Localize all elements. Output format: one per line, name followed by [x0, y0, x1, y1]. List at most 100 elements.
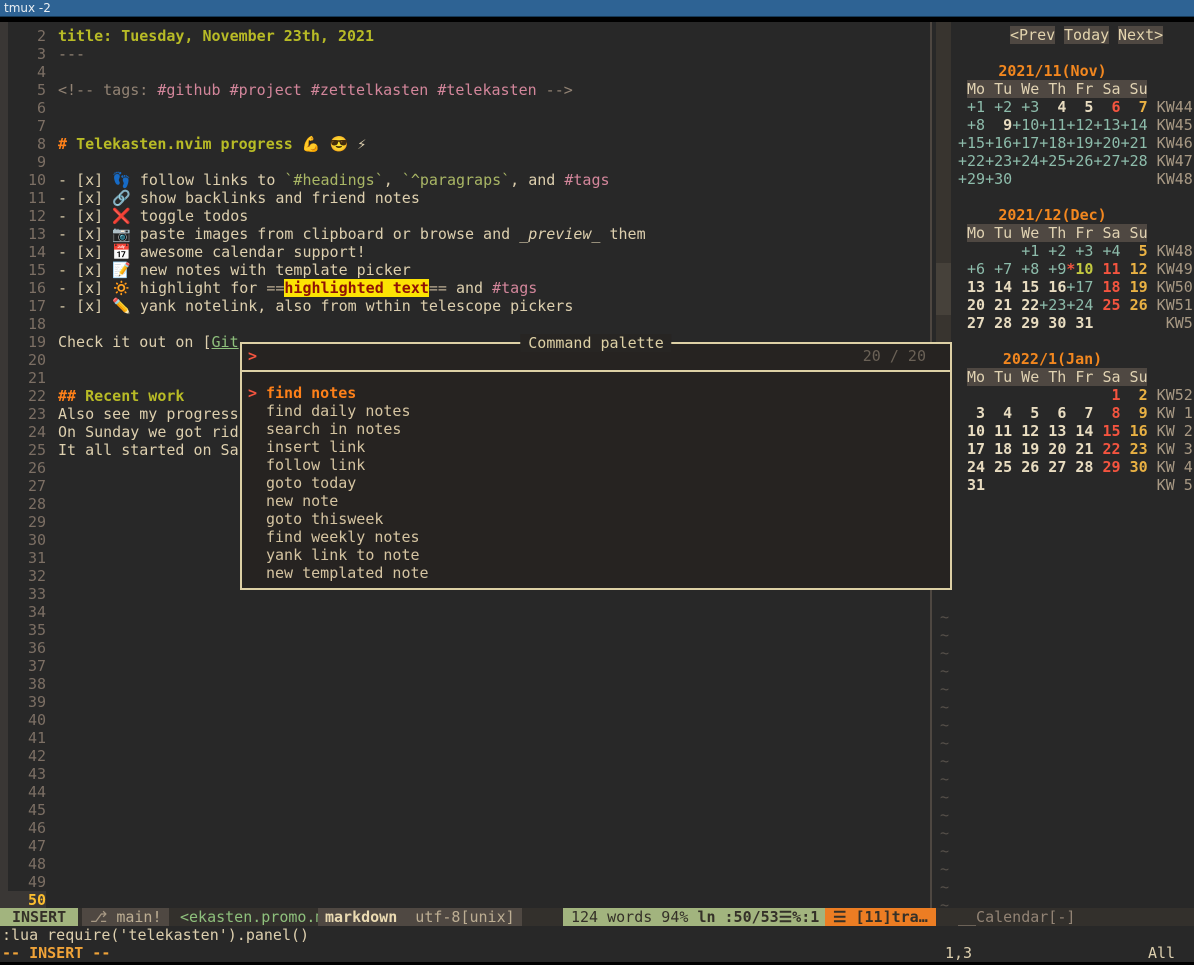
calendar-day[interactable]: +29 — [958, 170, 985, 188]
editor-line[interactable]: 40 — [8, 711, 58, 729]
editor-line[interactable]: 25It all started on Sa — [8, 441, 239, 459]
calendar-day[interactable]: 23 — [1121, 440, 1148, 458]
editor-line[interactable]: 5<!-- tags: #github #project #zettelkast… — [8, 81, 573, 99]
calendar-day[interactable]: 25 — [1093, 296, 1120, 314]
calendar-day[interactable]: +9 — [1039, 260, 1066, 278]
editor-line[interactable]: 45 — [8, 801, 58, 819]
editor-line[interactable]: 32 — [8, 567, 58, 585]
calendar-day[interactable]: +30 — [985, 170, 1012, 188]
editor-line[interactable]: 33 — [8, 585, 58, 603]
calendar-today-button[interactable]: Today — [1064, 26, 1109, 44]
calendar-day[interactable]: 26 — [1012, 458, 1039, 476]
calendar-day[interactable]: 5 — [1066, 98, 1093, 116]
calendar-day[interactable]: 30 — [1121, 458, 1148, 476]
editor-line[interactable]: 18 — [8, 315, 58, 333]
calendar-day[interactable]: 21 — [985, 296, 1012, 314]
calendar-day[interactable]: 15 — [1093, 422, 1120, 440]
calendar-day[interactable]: 4 — [1039, 98, 1066, 116]
command-line[interactable]: :lua require('telekasten').panel() — [2, 926, 309, 944]
calendar-day[interactable]: 16 — [1121, 422, 1148, 440]
palette-item[interactable]: new templated note — [242, 564, 950, 582]
calendar-day[interactable]: +2 — [1039, 242, 1066, 260]
calendar-day[interactable]: 14 — [1066, 422, 1093, 440]
calendar-prev-button[interactable]: <Prev — [1010, 26, 1055, 44]
editor-line[interactable]: 9 — [8, 153, 58, 171]
editor-line[interactable]: 13- [x] 📷 paste images from clipboard or… — [8, 225, 646, 243]
editor-line[interactable]: 35 — [8, 621, 58, 639]
calendar-day[interactable]: +11 — [1039, 116, 1066, 134]
calendar-day[interactable]: 9 — [1121, 404, 1148, 422]
calendar-day[interactable]: +24 — [1066, 296, 1093, 314]
editor-line[interactable]: 26 — [8, 459, 58, 477]
calendar-day[interactable]: +3 — [1066, 242, 1093, 260]
calendar-day[interactable]: 10 — [958, 422, 985, 440]
editor-line[interactable]: 16- [x] 🔅 highlight for ==highlighted te… — [8, 279, 537, 297]
editor-line[interactable]: 4 — [8, 63, 58, 81]
calendar-day[interactable]: 22 — [1093, 440, 1120, 458]
calendar-day[interactable]: 16 — [1039, 278, 1066, 296]
editor-line[interactable]: 44 — [8, 783, 58, 801]
calendar-day[interactable]: 8 — [1093, 404, 1120, 422]
editor-line[interactable]: 46 — [8, 819, 58, 837]
calendar-day[interactable]: +10 — [1012, 116, 1039, 134]
palette-item[interactable]: follow link — [242, 456, 950, 474]
calendar-day[interactable]: 14 — [985, 278, 1012, 296]
calendar-day[interactable]: 21 — [1066, 440, 1093, 458]
palette-item[interactable]: goto thisweek — [242, 510, 950, 528]
editor-line[interactable]: 7 — [8, 117, 58, 135]
calendar-day[interactable]: +4 — [1093, 242, 1120, 260]
calendar-day[interactable]: 2 — [1121, 386, 1148, 404]
calendar-day[interactable]: 18 — [985, 440, 1012, 458]
editor-line[interactable]: 23Also see my progress — [8, 405, 239, 423]
editor-line[interactable]: 20 — [8, 351, 58, 369]
calendar-day[interactable]: +26 — [1066, 152, 1093, 170]
palette-item[interactable]: >find notes — [242, 384, 950, 402]
editor-line[interactable]: 10- [x] 👣 follow links to `#headings`, `… — [8, 171, 610, 189]
calendar-day[interactable]: +13 — [1093, 116, 1120, 134]
editor-line[interactable]: 15- [x] 📝 new notes with template picker — [8, 261, 411, 279]
editor-line[interactable]: 41 — [8, 729, 58, 747]
palette-item[interactable]: new note — [242, 492, 950, 510]
calendar-day[interactable]: 20 — [958, 296, 985, 314]
calendar-day[interactable]: +7 — [985, 260, 1012, 278]
calendar-day[interactable]: +27 — [1093, 152, 1120, 170]
calendar-day[interactable]: +28 — [1121, 152, 1148, 170]
calendar-day[interactable]: 6 — [1093, 98, 1120, 116]
calendar-day[interactable]: 7 — [1066, 404, 1093, 422]
editor-line[interactable]: 29 — [8, 513, 58, 531]
palette-item[interactable]: find weekly notes — [242, 528, 950, 546]
editor-line[interactable]: 11- [x] 🔗 show backlinks and friend note… — [8, 189, 420, 207]
editor-line[interactable]: 8# Telekasten.nvim progress 💪 😎 ⚡ — [8, 135, 366, 153]
calendar-day[interactable]: 4 — [985, 404, 1012, 422]
editor-line[interactable]: 19Check it out on [Git — [8, 333, 239, 351]
editor-line[interactable]: 22## Recent work — [8, 387, 184, 405]
calendar-day[interactable]: 10 — [1075, 260, 1093, 278]
calendar-next-button[interactable]: Next> — [1118, 26, 1163, 44]
editor-line[interactable]: 14- [x] 📅 awesome calendar support! — [8, 243, 366, 261]
calendar-day[interactable]: 31 — [958, 476, 985, 494]
calendar-day[interactable]: +15 — [958, 134, 985, 152]
editor-line[interactable]: 6 — [8, 99, 58, 117]
calendar-day[interactable]: 19 — [1012, 440, 1039, 458]
calendar-day[interactable]: 27 — [958, 314, 985, 332]
editor-line[interactable]: 24On Sunday we got rid — [8, 423, 239, 441]
palette-prompt[interactable]: > 20 / 20 — [242, 344, 950, 372]
editor-line[interactable]: 38 — [8, 675, 58, 693]
editor-line[interactable]: 49 — [8, 873, 58, 891]
calendar-day[interactable]: 20 — [1039, 440, 1066, 458]
calendar-day[interactable]: 31 — [1066, 314, 1093, 332]
calendar-day[interactable]: 25 — [985, 458, 1012, 476]
editor-line[interactable]: 21 — [8, 369, 58, 387]
calendar-day[interactable]: 29 — [1093, 458, 1120, 476]
editor-line[interactable]: 50 — [8, 891, 58, 908]
editor-line[interactable]: 2title: Tuesday, November 23th, 2021 — [8, 27, 374, 45]
calendar-day[interactable]: 3 — [958, 404, 985, 422]
calendar-day[interactable]: 15 — [1012, 278, 1039, 296]
calendar-day[interactable]: +14 — [1121, 116, 1148, 134]
calendar-day[interactable]: 17 — [958, 440, 985, 458]
calendar-day[interactable]: 22 — [1012, 296, 1039, 314]
calendar-day[interactable]: 12 — [1012, 422, 1039, 440]
palette-item[interactable]: search in notes — [242, 420, 950, 438]
calendar-day[interactable]: +2 — [985, 98, 1012, 116]
calendar-day[interactable]: 28 — [985, 314, 1012, 332]
